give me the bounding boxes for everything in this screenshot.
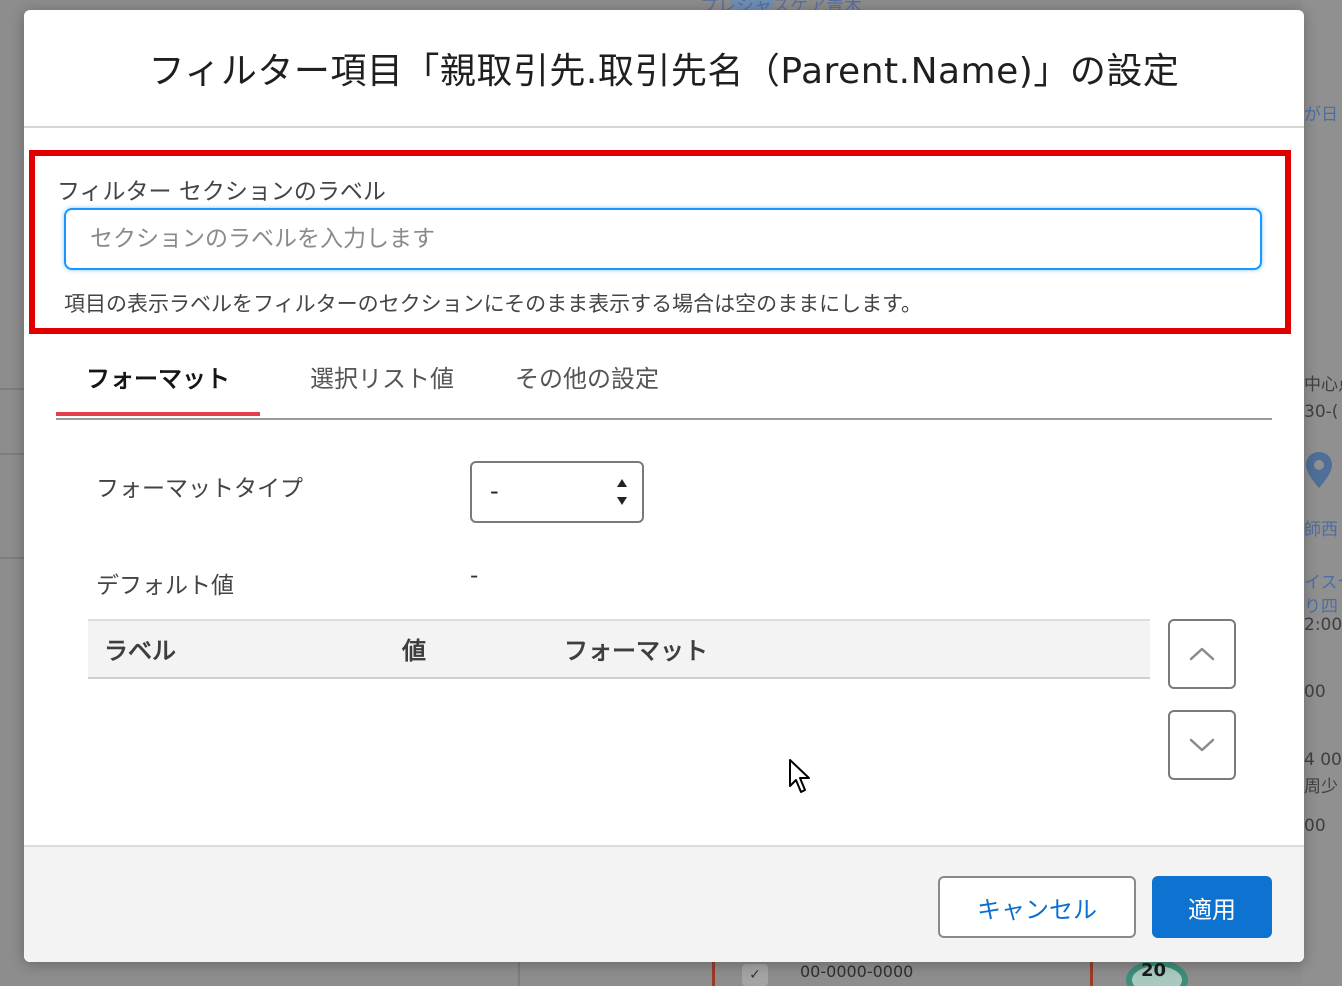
background-text: イスセ	[1304, 573, 1342, 593]
background-badge: 20	[1141, 960, 1167, 981]
default-value: -	[470, 563, 479, 589]
table-header-format: フォーマット	[564, 637, 708, 665]
tab-format[interactable]: フォーマット	[56, 350, 260, 416]
background-divider	[1090, 962, 1093, 986]
background-text: 師西	[1304, 520, 1338, 540]
background-text: 周少	[1304, 777, 1338, 797]
background-divider	[518, 962, 520, 986]
modal-header: フィルター項目「親取引先.取引先名（Parent.Name)」の設定	[24, 10, 1304, 128]
format-type-select[interactable]: -	[470, 461, 644, 523]
default-value-label: デフォルト値	[96, 573, 234, 599]
background-divider	[712, 962, 715, 986]
move-down-button[interactable]	[1168, 710, 1236, 780]
background-text: 4 00:0	[1304, 750, 1342, 770]
modal-footer: キャンセル 適用	[24, 845, 1304, 962]
table-header: ラベル 値 フォーマット	[88, 619, 1150, 679]
section-label-input[interactable]	[64, 208, 1262, 270]
background-right-column	[1302, 0, 1342, 986]
chevron-up-icon	[1189, 647, 1215, 661]
settings-tabs: フォーマット 選択リスト値 その他の設定	[56, 350, 1272, 420]
format-type-value: -	[490, 477, 499, 505]
background-text: 30-(	[1304, 402, 1339, 422]
filter-settings-modal: フィルター項目「親取引先.取引先名（Parent.Name)」の設定 フィルター…	[24, 10, 1304, 962]
format-type-label: フォーマットタイプ	[96, 476, 303, 502]
check-icon: ✓	[742, 964, 768, 986]
move-up-button[interactable]	[1168, 619, 1236, 689]
background-text: 2:00-	[1304, 615, 1342, 635]
background-text: 00	[1304, 682, 1326, 702]
modal-title: フィルター項目「親取引先.取引先名（Parent.Name)」の設定	[148, 51, 1180, 92]
apply-button[interactable]: 適用	[1152, 876, 1272, 938]
format-table: ラベル 値 フォーマット	[88, 619, 1150, 679]
table-header-label: ラベル	[104, 637, 176, 665]
background-text: 中心点	[1304, 375, 1342, 395]
select-arrows-icon	[617, 479, 627, 505]
tab-picklist-values[interactable]: 選択リスト値	[292, 350, 472, 418]
background-text: 00	[1304, 816, 1326, 836]
background-phone: 00-0000-0000	[800, 962, 914, 981]
background-divider	[0, 388, 24, 390]
section-label-help: 項目の表示ラベルをフィルターのセクションにそのまま表示する場合は空のままにします…	[64, 292, 923, 316]
table-header-value: 値	[402, 637, 426, 665]
background-divider	[0, 453, 24, 455]
tab-other-settings[interactable]: その他の設定	[492, 350, 682, 418]
chevron-down-icon	[1189, 738, 1215, 752]
cancel-button[interactable]: キャンセル	[938, 876, 1136, 938]
background-text: が日	[1304, 105, 1338, 125]
background-divider	[0, 557, 24, 559]
map-pin-icon	[1306, 452, 1332, 488]
background-text: り四	[1304, 597, 1338, 617]
mouse-cursor-icon	[789, 759, 810, 793]
section-label-title: フィルター セクションのラベル	[57, 179, 386, 205]
